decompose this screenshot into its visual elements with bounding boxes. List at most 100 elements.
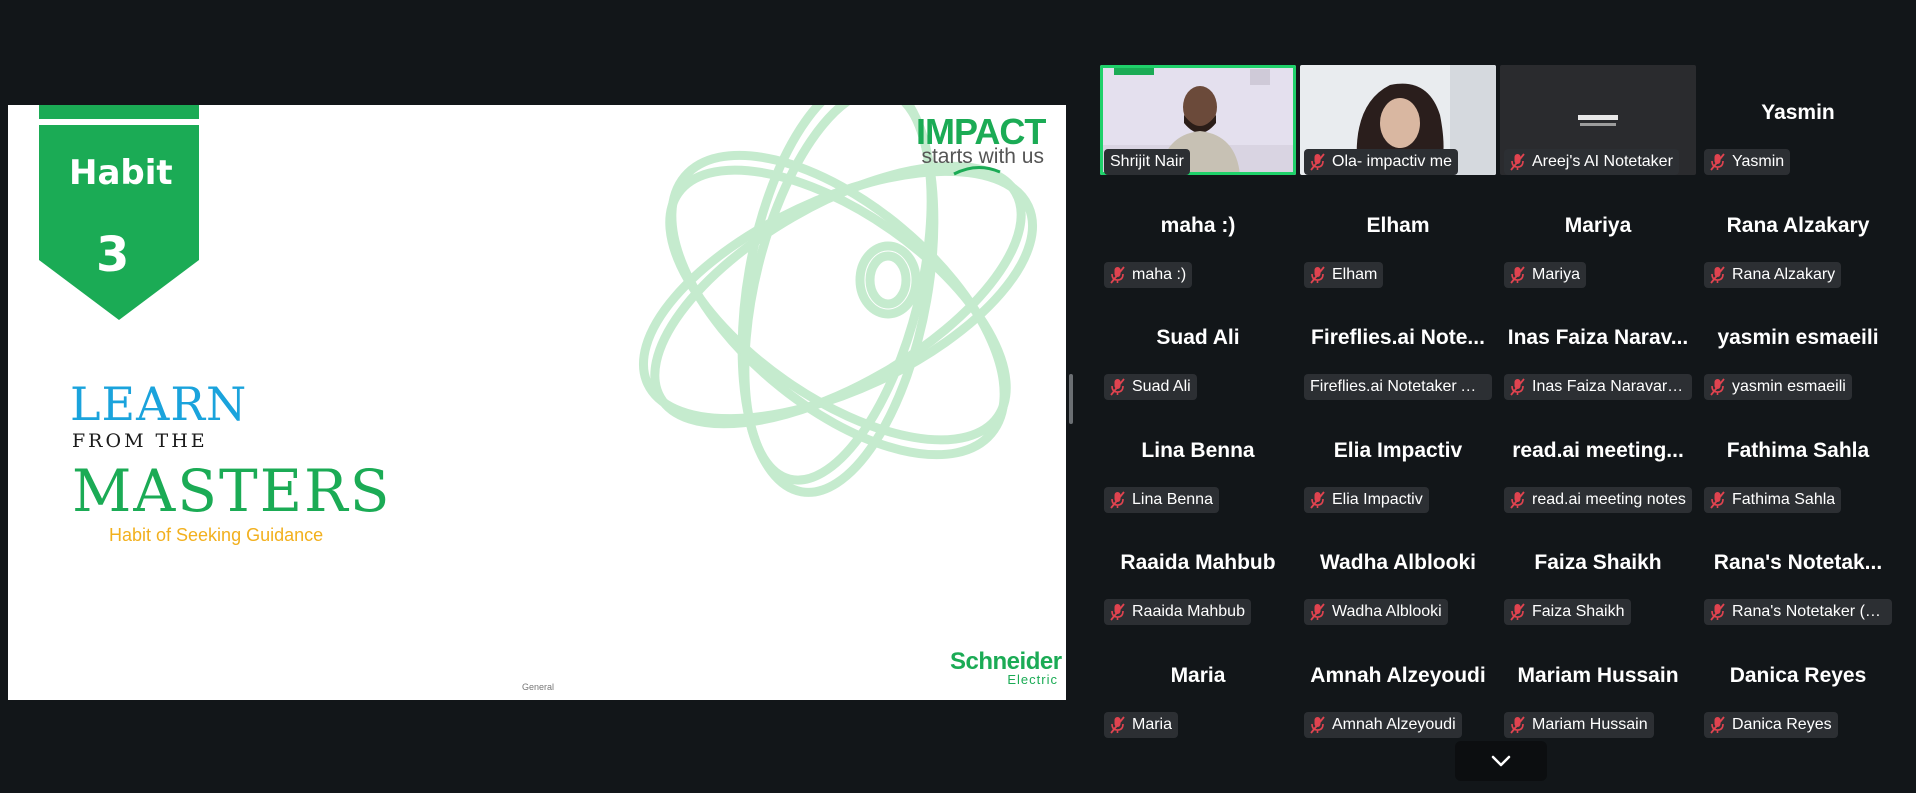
microphone-muted-icon xyxy=(1510,603,1525,621)
microphone-muted-icon xyxy=(1110,603,1125,621)
participant-display-name: maha :) xyxy=(1160,214,1236,237)
participant-tile[interactable]: Wadha Alblooki Wadha Alblooki xyxy=(1300,515,1496,625)
participant-tile[interactable]: Suad Ali Suad Ali xyxy=(1100,290,1296,400)
participant-name-tag: Wadha Alblooki xyxy=(1304,599,1448,625)
participant-tile[interactable]: read.ai meeting... read.ai meeting notes xyxy=(1500,403,1696,513)
participant-name-label: Yasmin xyxy=(1732,153,1785,170)
participant-tile[interactable]: Lina Benna Lina Benna xyxy=(1100,403,1296,513)
participant-name-tag: Inas Faiza Naravar Mo... xyxy=(1504,374,1692,400)
habit-banner-shape xyxy=(39,105,199,320)
participant-name-label: Raaida Mahbub xyxy=(1132,603,1245,620)
microphone-muted-icon xyxy=(1510,378,1525,396)
participant-name-label: Danica Reyes xyxy=(1732,716,1832,733)
participant-name-tag: Mariya xyxy=(1504,262,1587,288)
participant-display-name: Inas Faiza Narav... xyxy=(1507,326,1689,349)
participant-tile[interactable]: Rana Alzakary Rana Alzakary xyxy=(1700,178,1896,288)
title-learn: LEARN xyxy=(70,377,248,431)
participant-name-tag: Shrijit Nair xyxy=(1104,149,1190,175)
impact-logo-text: IMPACT xyxy=(916,111,1046,152)
microphone-muted-icon xyxy=(1310,491,1325,509)
participant-tile[interactable]: Fathima Sahla Fathima Sahla xyxy=(1700,403,1896,513)
participant-tile[interactable]: Shrijit Nair xyxy=(1100,65,1296,175)
microphone-muted-icon xyxy=(1710,491,1725,509)
participant-tile[interactable]: Amnah Alzeyoudi Amnah Alzeyoudi xyxy=(1300,628,1496,738)
panel-resize-handle[interactable] xyxy=(1069,374,1073,424)
participant-name-label: Fireflies.ai Notetaker Asma xyxy=(1310,378,1486,395)
participant-name-tag: Lina Benna xyxy=(1104,487,1219,513)
participant-name-tag: Elia Impactiv xyxy=(1304,487,1429,513)
participant-display-name: Danica Reyes xyxy=(1729,664,1867,687)
participant-name-label: Lina Benna xyxy=(1132,491,1213,508)
participant-name-tag: Amnah Alzeyoudi xyxy=(1304,712,1462,738)
participant-tile[interactable]: Areej's AI Notetaker xyxy=(1500,65,1696,175)
participant-name-tag: Ola- impactiv me xyxy=(1304,149,1459,175)
participant-display-name: Faiza Shaikh xyxy=(1534,551,1662,574)
participant-display-name: yasmin esmaeili xyxy=(1717,326,1879,349)
participant-name-tag: Elham xyxy=(1304,262,1384,288)
participant-name-label: Mariya xyxy=(1532,266,1581,283)
participant-tile[interactable]: Danica Reyes Danica Reyes xyxy=(1700,628,1896,738)
participant-tile[interactable]: Inas Faiza Narav... Inas Faiza Naravar Mo… xyxy=(1500,290,1696,400)
participant-name-label: Inas Faiza Naravar Mo... xyxy=(1532,378,1686,395)
participant-tile[interactable]: Raaida Mahbub Raaida Mahbub xyxy=(1100,515,1296,625)
participant-display-name: Maria xyxy=(1170,664,1226,687)
participant-name-tag: yasmin esmaeili xyxy=(1704,374,1852,400)
participant-tile[interactable]: maha :) maha :) xyxy=(1100,178,1296,288)
microphone-muted-icon xyxy=(1310,153,1325,171)
shared-screen-slide: Habit 3 LEARN FROM THE MASTERS Habit of … xyxy=(8,105,1066,700)
microphone-muted-icon xyxy=(1510,716,1525,734)
microphone-muted-icon xyxy=(1510,266,1525,284)
microphone-muted-icon xyxy=(1710,603,1725,621)
impact-swoosh-icon xyxy=(953,166,1001,176)
participant-tile[interactable]: Faiza Shaikh Faiza Shaikh xyxy=(1500,515,1696,625)
participant-display-name: Fireflies.ai Note... xyxy=(1311,326,1485,349)
participant-tile[interactable]: Yasmin Yasmin xyxy=(1700,65,1896,175)
participant-name-tag: Rana Alzakary xyxy=(1704,262,1842,288)
participant-tile[interactable]: Elham Elham xyxy=(1300,178,1496,288)
participant-name-tag: Faiza Shaikh xyxy=(1504,599,1631,625)
participant-name-tag: read.ai meeting notes xyxy=(1504,487,1692,513)
participant-name-label: Shrijit Nair xyxy=(1110,153,1184,170)
participant-display-name: Elia Impactiv xyxy=(1333,439,1463,462)
participant-name-tag: Fireflies.ai Notetaker Asma xyxy=(1304,374,1492,400)
participant-display-name: Elham xyxy=(1366,214,1430,237)
microphone-muted-icon xyxy=(1510,153,1525,171)
participant-name-tag: Danica Reyes xyxy=(1704,712,1838,738)
participant-display-name: Lina Benna xyxy=(1141,439,1255,462)
microphone-muted-icon xyxy=(1110,266,1125,284)
participant-display-name: Wadha Alblooki xyxy=(1320,551,1476,574)
slide-subtitle: Habit of Seeking Guidance xyxy=(109,525,324,545)
schneider-electric-logo: Schneider Electric xyxy=(950,648,1062,687)
participant-display-name: Mariya xyxy=(1564,214,1632,237)
participant-name-label: Ola- impactiv me xyxy=(1332,153,1453,170)
participant-tile[interactable]: Mariya Mariya xyxy=(1500,178,1696,288)
participant-display-name: Fathima Sahla xyxy=(1726,439,1870,462)
participant-name-label: Elia Impactiv xyxy=(1332,491,1423,508)
participant-display-name: Yasmin xyxy=(1761,101,1835,124)
participant-display-name: Mariam Hussain xyxy=(1517,664,1679,687)
participant-name-label: Wadha Alblooki xyxy=(1332,603,1442,620)
participant-display-name: Raaida Mahbub xyxy=(1120,551,1276,574)
participant-tile[interactable]: yasmin esmaeili yasmin esmaeili xyxy=(1700,290,1896,400)
participant-name-tag: maha :) xyxy=(1104,262,1193,288)
participant-tile[interactable]: Maria Maria xyxy=(1100,628,1296,738)
participant-tile[interactable]: Elia Impactiv Elia Impactiv xyxy=(1300,403,1496,513)
participant-display-name: Amnah Alzeyoudi xyxy=(1310,664,1486,687)
microphone-muted-icon xyxy=(1110,378,1125,396)
microphone-muted-icon xyxy=(1510,491,1525,509)
participant-tile[interactable]: Fireflies.ai Note... Fireflies.ai Notetak… xyxy=(1300,290,1496,400)
participant-display-name: Suad Ali xyxy=(1156,326,1240,349)
participant-tile[interactable]: Mariam Hussain Mariam Hussain xyxy=(1500,628,1696,738)
participant-name-tag: Raaida Mahbub xyxy=(1104,599,1251,625)
participant-name-tag: Yasmin xyxy=(1704,149,1791,175)
scroll-down-button[interactable] xyxy=(1455,741,1547,781)
brand-logo-line1: Schneider xyxy=(950,648,1062,675)
microphone-muted-icon xyxy=(1310,266,1325,284)
microphone-muted-icon xyxy=(1110,716,1125,734)
participant-name-tag: Mariam Hussain xyxy=(1504,712,1654,738)
participant-name-label: Suad Ali xyxy=(1132,378,1191,395)
participant-name-tag: Fathima Sahla xyxy=(1704,487,1842,513)
participant-name-label: Elham xyxy=(1332,266,1378,283)
participant-tile[interactable]: Rana's Notetak... Rana's Notetaker (Otte.… xyxy=(1700,515,1896,625)
participant-tile[interactable]: Ola- impactiv me xyxy=(1300,65,1496,175)
